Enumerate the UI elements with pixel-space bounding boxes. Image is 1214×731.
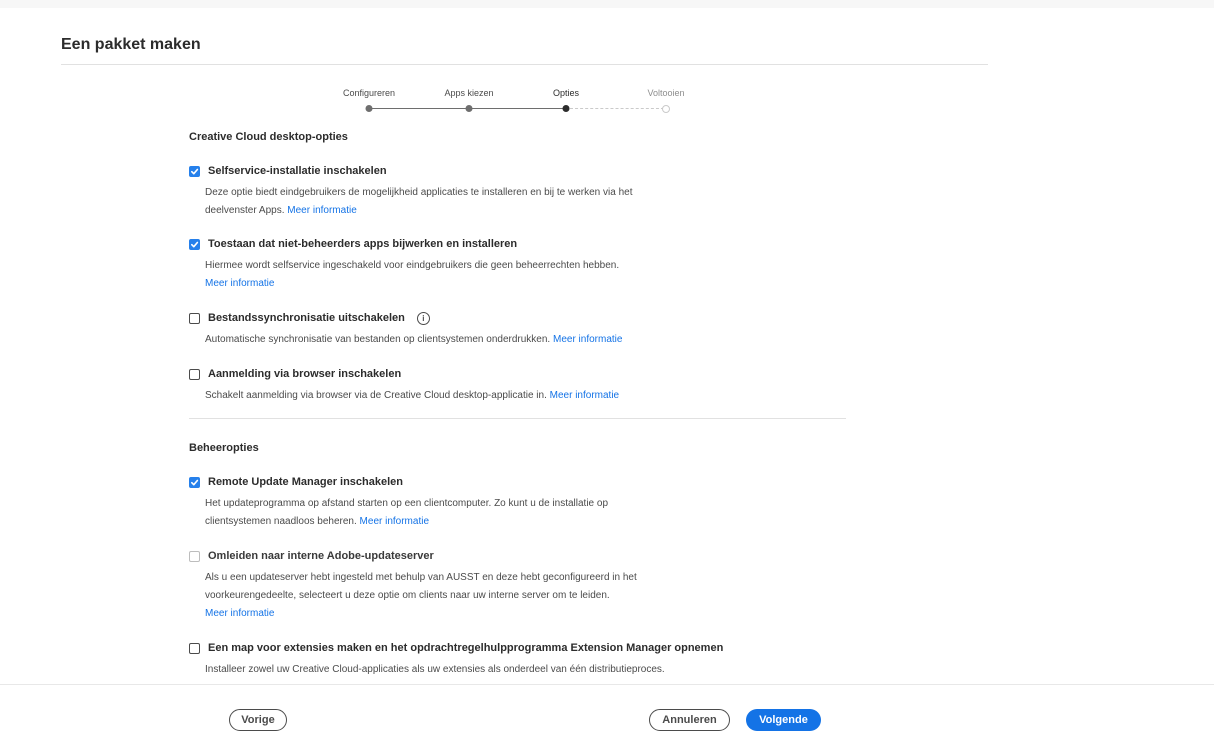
extensions-checkbox[interactable]	[189, 642, 200, 654]
step-dot-active	[562, 105, 570, 112]
checkmark-icon	[190, 168, 199, 174]
checkmark-icon	[190, 479, 199, 485]
description-line: voorkeurengedeelte, selecteert u deze op…	[205, 590, 610, 601]
more-info-link[interactable]: Meer informatie	[553, 334, 622, 345]
info-icon[interactable]: i	[416, 311, 430, 325]
description-text: clientsystemen naadloos beheren.	[205, 516, 357, 527]
browser-login-label[interactable]: Aanmelding via browser inschakelen	[208, 368, 401, 380]
option-file-sync: Bestandssynchronisatie uitschakelen i Au…	[189, 310, 749, 349]
option-self-service: Selfservice-installatie inschakelen Deze…	[189, 163, 749, 220]
back-button[interactable]: Vorige	[229, 709, 287, 731]
cancel-button[interactable]: Annuleren	[649, 709, 730, 731]
more-info-link[interactable]: Meer informatie	[287, 205, 356, 216]
section-divider	[189, 418, 846, 419]
section-title-desktop: Creative Cloud desktop-opties	[189, 131, 348, 143]
description-line: clientsystemen naadloos beheren. Meer in…	[205, 513, 685, 531]
step-connector	[372, 108, 466, 109]
description-line: Hiermee wordt selfservice ingeschakeld v…	[205, 260, 620, 271]
internal-server-checkbox[interactable]	[189, 550, 200, 562]
option-extensions: Een map voor extensies maken en het opdr…	[189, 640, 789, 679]
option-non-admin: Toestaan dat niet-beheerders apps bijwer…	[189, 236, 749, 293]
checkmark-icon	[190, 241, 199, 247]
step-dot-future	[662, 105, 670, 113]
description-line: Schakelt aanmelding via browser via de C…	[205, 387, 685, 405]
extensions-label[interactable]: Een map voor extensies maken en het opdr…	[208, 642, 723, 654]
step-label-apps-kiezen: Apps kiezen	[444, 88, 494, 98]
step-label-configureren: Configureren	[342, 88, 396, 98]
non-admin-label[interactable]: Toestaan dat niet-beheerders apps bijwer…	[208, 238, 517, 250]
browser-login-checkbox[interactable]	[189, 368, 200, 380]
rum-label[interactable]: Remote Update Manager inschakelen	[208, 476, 403, 488]
dialog-title: Een pakket maken	[61, 36, 201, 53]
self-service-description: Deze optie biedt eindgebruikers de mogel…	[205, 184, 685, 220]
non-admin-description: Hiermee wordt selfservice ingeschakeld v…	[205, 257, 685, 293]
step-connector	[472, 108, 564, 109]
option-rum: Remote Update Manager inschakelen Het up…	[189, 474, 749, 531]
top-bar	[0, 0, 1214, 8]
option-browser-login: Aanmelding via browser inschakelen Schak…	[189, 366, 749, 405]
title-divider	[61, 64, 988, 65]
internal-server-label[interactable]: Omleiden naar interne Adobe-updateserver	[208, 550, 434, 562]
description-line: Automatische synchronisatie van bestande…	[205, 331, 685, 349]
option-internal-server: Omleiden naar interne Adobe-updateserver…	[189, 548, 749, 623]
non-admin-checkbox[interactable]	[189, 238, 200, 250]
description-line: Meer informatie	[205, 605, 685, 623]
rum-checkbox[interactable]	[189, 476, 200, 488]
more-info-link[interactable]: Meer informatie	[360, 516, 429, 527]
internal-server-description: Als u een updateserver hebt ingesteld me…	[205, 569, 685, 623]
file-sync-checkbox[interactable]	[189, 312, 200, 324]
more-info-link[interactable]: Meer informatie	[205, 608, 274, 619]
browser-login-description: Schakelt aanmelding via browser via de C…	[205, 387, 685, 405]
extensions-description: Installeer zowel uw Creative Cloud-appli…	[205, 661, 765, 679]
footer-bar: Vorige Annuleren Volgende	[0, 684, 1214, 731]
description-text: Schakelt aanmelding via browser via de C…	[205, 390, 547, 401]
step-label-voltooien: Voltooien	[647, 88, 685, 98]
section-title-admin: Beheeropties	[189, 442, 259, 454]
description-line: Als u een updateserver hebt ingesteld me…	[205, 572, 637, 583]
more-info-link[interactable]: Meer informatie	[550, 390, 619, 401]
file-sync-description: Automatische synchronisatie van bestande…	[205, 331, 685, 349]
description-line: Het updateprogramma op afstand starten o…	[205, 498, 609, 509]
step-label-opties: Opties	[552, 88, 580, 98]
step-connector	[570, 108, 664, 109]
description-text: deelvenster Apps.	[205, 205, 285, 216]
description-line: deelvenster Apps. Meer informatie	[205, 202, 685, 220]
progress-stepper: Configureren Apps kiezen Opties Voltooie…	[312, 88, 732, 120]
description-line: Deze optie biedt eindgebruikers de mogel…	[205, 187, 633, 198]
description-text: Automatische synchronisatie van bestande…	[205, 334, 551, 345]
more-info-link[interactable]: Meer informatie	[205, 278, 274, 289]
description-line: Installeer zowel uw Creative Cloud-appli…	[205, 664, 665, 675]
file-sync-label[interactable]: Bestandssynchronisatie uitschakelen	[208, 312, 405, 324]
self-service-label[interactable]: Selfservice-installatie inschakelen	[208, 165, 387, 177]
step-dot-done	[465, 105, 473, 112]
rum-description: Het updateprogramma op afstand starten o…	[205, 495, 685, 531]
step-dot-done	[365, 105, 373, 112]
self-service-checkbox[interactable]	[189, 165, 200, 177]
next-button[interactable]: Volgende	[746, 709, 821, 731]
description-line: Meer informatie	[205, 275, 685, 293]
